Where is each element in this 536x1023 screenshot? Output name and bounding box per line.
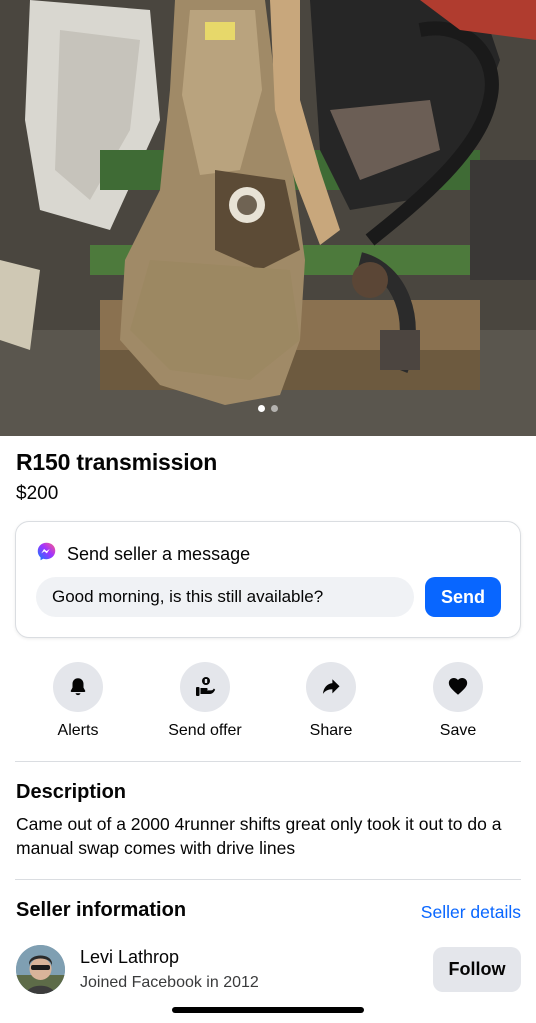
photo-pagination (0, 405, 536, 412)
section-divider (15, 879, 521, 880)
share-label: Share (309, 722, 353, 739)
follow-button[interactable]: Follow (433, 947, 521, 992)
pagination-dot[interactable] (271, 405, 278, 412)
share-button[interactable]: Share (268, 662, 394, 740)
seller-name[interactable]: Levi Lathrop (80, 947, 179, 968)
message-input[interactable] (36, 577, 414, 617)
save-button-circle[interactable] (433, 662, 483, 712)
listing-price: $200 (16, 483, 59, 504)
message-seller-card: Send seller a message Send (15, 521, 521, 638)
heart-icon (448, 678, 468, 695)
seller-details-link[interactable]: Seller details (421, 902, 521, 923)
send-offer-button[interactable]: Send offer (142, 662, 268, 740)
description-heading: Description (16, 781, 127, 803)
listing-actions: Alerts Send offer Share Save (15, 662, 521, 742)
listing-title: R150 transmission (16, 449, 218, 475)
send-offer-label: Send offer (168, 722, 242, 739)
seller-info-heading: Seller information (16, 899, 187, 921)
message-card-heading: Send seller a message (67, 543, 251, 564)
alerts-button-circle[interactable] (53, 662, 103, 712)
share-icon (322, 679, 340, 694)
section-divider (15, 761, 521, 762)
description-text: Came out of a 2000 4runner shifts great … (16, 814, 502, 858)
home-indicator (172, 1007, 364, 1013)
seller-avatar[interactable] (16, 945, 65, 994)
alerts-label: Alerts (57, 722, 99, 739)
alerts-button[interactable]: Alerts (15, 662, 141, 740)
send-offer-button-circle[interactable] (180, 662, 230, 712)
save-button[interactable]: Save (395, 662, 521, 740)
share-button-circle[interactable] (306, 662, 356, 712)
transmission-photo-image (0, 0, 536, 436)
seller-joined-date: Joined Facebook in 2012 (80, 974, 259, 991)
send-button[interactable]: Send (425, 577, 501, 617)
listing-photo[interactable] (0, 0, 536, 436)
pagination-dot-active[interactable] (258, 405, 265, 412)
offer-icon (196, 677, 216, 696)
save-label: Save (439, 722, 477, 739)
bell-icon (70, 678, 86, 696)
seller-avatar-image (16, 945, 65, 994)
message-card-header: Send seller a message (36, 541, 250, 567)
messenger-icon (36, 541, 57, 567)
